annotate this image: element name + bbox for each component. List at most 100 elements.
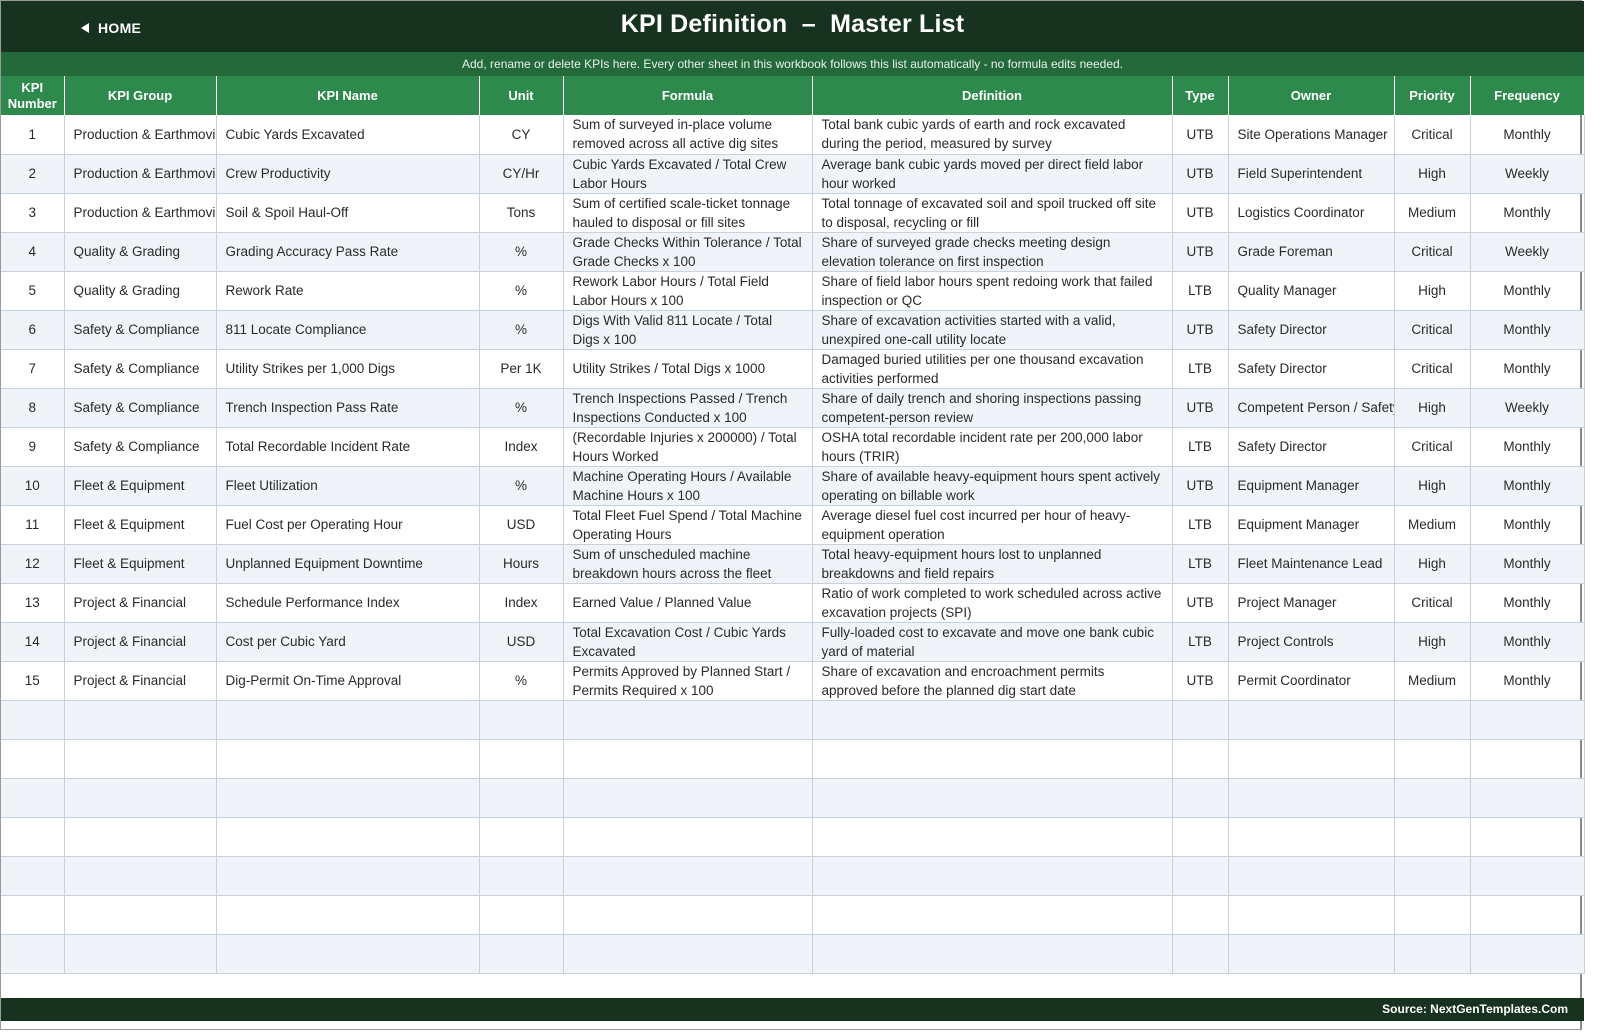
table-cell[interactable] bbox=[563, 817, 813, 857]
table-cell[interactable] bbox=[216, 739, 480, 779]
table-cell[interactable]: Grade Checks Within Tolerance / Total Gr… bbox=[563, 232, 813, 272]
table-cell[interactable]: UTB bbox=[1172, 661, 1229, 701]
table-cell[interactable]: Critical bbox=[1394, 583, 1471, 623]
table-cell[interactable] bbox=[1394, 778, 1471, 818]
table-cell[interactable] bbox=[1172, 895, 1229, 935]
table-cell[interactable]: Ratio of work completed to work schedule… bbox=[812, 583, 1173, 623]
table-cell[interactable] bbox=[1228, 934, 1395, 974]
table-cell[interactable] bbox=[812, 895, 1173, 935]
table-cell[interactable] bbox=[1470, 934, 1585, 974]
table-cell[interactable] bbox=[1470, 700, 1585, 740]
table-cell[interactable]: High bbox=[1394, 466, 1471, 506]
table-cell[interactable]: Site Operations Manager bbox=[1228, 115, 1395, 155]
column-header[interactable]: Definition bbox=[812, 76, 1173, 115]
table-cell[interactable]: Soil & Spoil Haul-Off bbox=[216, 193, 480, 233]
table-cell[interactable]: LTB bbox=[1172, 505, 1229, 545]
table-cell[interactable]: Utility Strikes / Total Digs x 1000 bbox=[563, 349, 813, 389]
column-header[interactable]: KPI Number bbox=[1, 76, 65, 115]
column-header[interactable]: Frequency bbox=[1470, 76, 1585, 115]
table-cell[interactable]: Total Recordable Incident Rate bbox=[216, 427, 480, 467]
table-cell[interactable]: Quality Manager bbox=[1228, 271, 1395, 311]
table-cell[interactable]: Permits Approved by Planned Start / Perm… bbox=[563, 661, 813, 701]
table-cell[interactable] bbox=[1172, 856, 1229, 896]
table-cell[interactable] bbox=[812, 739, 1173, 779]
table-cell[interactable]: 2 bbox=[1, 154, 65, 194]
table-cell[interactable]: Equipment Manager bbox=[1228, 466, 1395, 506]
table-cell[interactable]: Production & Earthmovi bbox=[64, 193, 217, 233]
table-cell[interactable]: Sum of unscheduled machine breakdown hou… bbox=[563, 544, 813, 584]
table-cell[interactable] bbox=[479, 895, 564, 935]
table-cell[interactable]: Digs With Valid 811 Locate / Total Digs … bbox=[563, 310, 813, 350]
table-cell[interactable]: 9 bbox=[1, 427, 65, 467]
table-cell[interactable] bbox=[1394, 895, 1471, 935]
table-cell[interactable]: UTB bbox=[1172, 115, 1229, 155]
table-cell[interactable]: Monthly bbox=[1470, 583, 1585, 623]
table-cell[interactable]: 5 bbox=[1, 271, 65, 311]
table-cell[interactable]: Fleet Utilization bbox=[216, 466, 480, 506]
table-cell[interactable]: Project & Financial bbox=[64, 622, 217, 662]
table-cell[interactable]: Project Manager bbox=[1228, 583, 1395, 623]
table-cell[interactable]: 811 Locate Compliance bbox=[216, 310, 480, 350]
table-cell[interactable]: Fleet & Equipment bbox=[64, 466, 217, 506]
table-cell[interactable] bbox=[1470, 739, 1585, 779]
table-cell[interactable] bbox=[1, 700, 65, 740]
table-cell[interactable] bbox=[64, 817, 217, 857]
table-cell[interactable]: Hours bbox=[479, 544, 564, 584]
table-cell[interactable]: Sum of surveyed in-place volume removed … bbox=[563, 115, 813, 155]
table-cell[interactable]: Share of field labor hours spent redoing… bbox=[812, 271, 1173, 311]
table-cell[interactable]: Equipment Manager bbox=[1228, 505, 1395, 545]
table-cell[interactable]: High bbox=[1394, 388, 1471, 428]
table-cell[interactable] bbox=[479, 700, 564, 740]
table-cell[interactable]: Total Excavation Cost / Cubic Yards Exca… bbox=[563, 622, 813, 662]
table-cell[interactable]: Trench Inspections Passed / Trench Inspe… bbox=[563, 388, 813, 428]
table-cell[interactable]: Monthly bbox=[1470, 427, 1585, 467]
table-cell[interactable]: Fuel Cost per Operating Hour bbox=[216, 505, 480, 545]
table-cell[interactable] bbox=[64, 934, 217, 974]
table-cell[interactable]: Safety & Compliance bbox=[64, 310, 217, 350]
table-cell[interactable]: Monthly bbox=[1470, 466, 1585, 506]
table-cell[interactable] bbox=[216, 817, 480, 857]
table-cell[interactable]: UTB bbox=[1172, 583, 1229, 623]
table-cell[interactable]: Field Superintendent bbox=[1228, 154, 1395, 194]
table-cell[interactable] bbox=[1228, 778, 1395, 818]
table-cell[interactable]: Average diesel fuel cost incurred per ho… bbox=[812, 505, 1173, 545]
table-cell[interactable]: 11 bbox=[1, 505, 65, 545]
table-cell[interactable]: Share of excavation and encroachment per… bbox=[812, 661, 1173, 701]
table-cell[interactable] bbox=[1, 778, 65, 818]
table-cell[interactable]: Monthly bbox=[1470, 661, 1585, 701]
column-header[interactable]: Formula bbox=[563, 76, 813, 115]
table-cell[interactable]: LTB bbox=[1172, 349, 1229, 389]
table-cell[interactable] bbox=[563, 700, 813, 740]
table-cell[interactable]: 1 bbox=[1, 115, 65, 155]
table-cell[interactable] bbox=[64, 856, 217, 896]
table-cell[interactable] bbox=[1228, 895, 1395, 935]
table-cell[interactable]: 6 bbox=[1, 310, 65, 350]
table-cell[interactable]: Critical bbox=[1394, 349, 1471, 389]
table-cell[interactable]: CY/Hr bbox=[479, 154, 564, 194]
table-cell[interactable]: Machine Operating Hours / Available Mach… bbox=[563, 466, 813, 506]
table-cell[interactable] bbox=[1394, 817, 1471, 857]
table-cell[interactable]: Dig-Permit On-Time Approval bbox=[216, 661, 480, 701]
table-cell[interactable]: Critical bbox=[1394, 427, 1471, 467]
table-cell[interactable]: 3 bbox=[1, 193, 65, 233]
table-cell[interactable]: High bbox=[1394, 154, 1471, 194]
table-cell[interactable]: Medium bbox=[1394, 505, 1471, 545]
table-cell[interactable] bbox=[1228, 739, 1395, 779]
table-cell[interactable] bbox=[1228, 700, 1395, 740]
table-cell[interactable]: Competent Person / Safety bbox=[1228, 388, 1395, 428]
table-cell[interactable]: Safety & Compliance bbox=[64, 427, 217, 467]
table-cell[interactable]: Fleet & Equipment bbox=[64, 544, 217, 584]
table-cell[interactable]: Damaged buried utilities per one thousan… bbox=[812, 349, 1173, 389]
table-cell[interactable]: Total bank cubic yards of earth and rock… bbox=[812, 115, 1173, 155]
table-cell[interactable] bbox=[1, 934, 65, 974]
table-cell[interactable]: Critical bbox=[1394, 310, 1471, 350]
table-cell[interactable]: 12 bbox=[1, 544, 65, 584]
table-cell[interactable] bbox=[64, 778, 217, 818]
table-cell[interactable]: % bbox=[479, 661, 564, 701]
table-cell[interactable] bbox=[1172, 700, 1229, 740]
table-cell[interactable]: OSHA total recordable incident rate per … bbox=[812, 427, 1173, 467]
table-cell[interactable]: Critical bbox=[1394, 232, 1471, 272]
table-cell[interactable] bbox=[1172, 778, 1229, 818]
table-cell[interactable]: Share of excavation activities started w… bbox=[812, 310, 1173, 350]
table-cell[interactable]: Cubic Yards Excavated / Total Crew Labor… bbox=[563, 154, 813, 194]
